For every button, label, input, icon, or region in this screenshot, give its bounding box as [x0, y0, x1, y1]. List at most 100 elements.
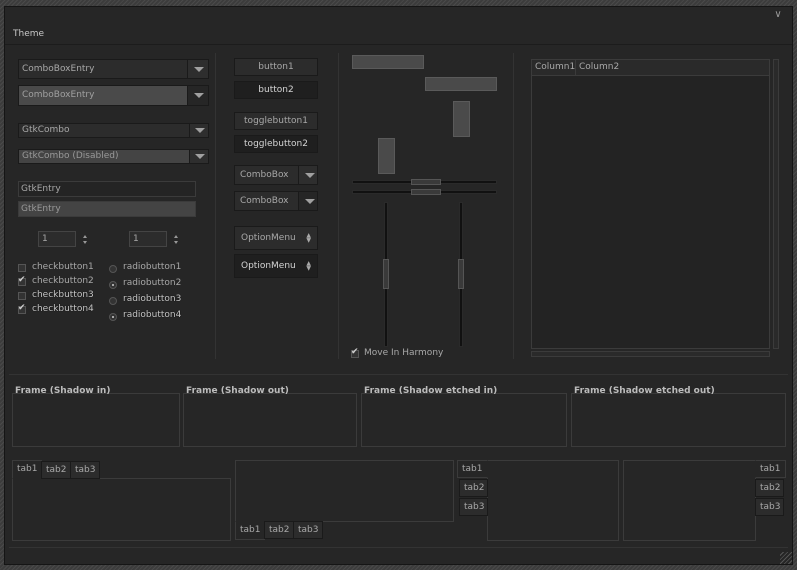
- radiobutton-4-dot[interactable]: [109, 313, 117, 321]
- button-2[interactable]: button2: [234, 81, 318, 99]
- radiobutton-1-label[interactable]: radiobutton1: [123, 262, 181, 272]
- row-separator: [9, 374, 788, 375]
- notebook-top-tab-3[interactable]: tab3: [70, 461, 101, 479]
- notebook-right-tab-3[interactable]: tab3: [755, 498, 784, 516]
- frame-shadow-etched-out: [571, 393, 786, 447]
- notebook-left-tab-1[interactable]: tab1: [457, 460, 488, 478]
- gtk-entry-1[interactable]: GtkEntry: [18, 181, 196, 197]
- tree-horizontal-scrollbar[interactable]: [531, 351, 770, 357]
- vscale-1-handle[interactable]: [383, 259, 389, 289]
- vscale-2-handle[interactable]: [458, 259, 464, 289]
- column-separator-3: [513, 53, 514, 359]
- frame-shadow-out-label: Frame (Shadow out): [186, 386, 289, 396]
- spin-button-1[interactable]: 1: [38, 231, 87, 247]
- notebook-bottom-tab-3[interactable]: tab3: [293, 521, 324, 539]
- spin-button-2[interactable]: 1: [129, 231, 178, 247]
- checkbutton-3-label[interactable]: checkbutton3: [32, 290, 94, 300]
- hscale-1-handle[interactable]: [411, 179, 441, 185]
- combobox-1[interactable]: ComboBox: [234, 165, 318, 185]
- hscale-2[interactable]: [352, 189, 497, 195]
- vscale-2[interactable]: [458, 202, 464, 347]
- tree-view[interactable]: Column1 Column2: [531, 59, 770, 349]
- vscale-1[interactable]: [383, 202, 389, 347]
- chevron-down-icon: [305, 173, 315, 178]
- checkbutton-4-label[interactable]: checkbutton4: [32, 304, 94, 314]
- resize-grip-icon[interactable]: [780, 552, 792, 564]
- combobox-2-text: ComboBox: [240, 196, 289, 206]
- gtk-combo-text: GtkCombo: [22, 125, 70, 135]
- checkbutton-4-box[interactable]: [18, 303, 26, 314]
- combobox-2-button[interactable]: [298, 191, 318, 211]
- combo-box-entry-1-button[interactable]: [187, 59, 209, 79]
- gtk-entry-2-text: GtkEntry: [21, 204, 61, 214]
- column-header-2[interactable]: Column2: [576, 60, 769, 76]
- combobox-1-button[interactable]: [298, 165, 318, 185]
- radiobutton-4-label[interactable]: radiobutton4: [123, 310, 181, 320]
- gtk-combo-button[interactable]: [189, 123, 209, 138]
- updown-icon: ▲ ▼: [306, 232, 311, 244]
- hscale-1[interactable]: [352, 179, 497, 185]
- vertical-bar-2: [378, 138, 395, 174]
- chevron-down-icon: [195, 154, 205, 159]
- notebook-left-tab-2[interactable]: tab2: [459, 479, 488, 497]
- combobox-1-text: ComboBox: [240, 170, 289, 180]
- notebook-top-page: [12, 478, 231, 541]
- combo-box-entry-1[interactable]: ComboBoxEntry: [18, 59, 209, 79]
- spin-down-icon[interactable]: [83, 241, 87, 244]
- theme-menubar: Theme: [5, 25, 792, 45]
- gtk-combo-disabled-text: GtkCombo (Disabled): [22, 151, 119, 161]
- window-menu-button[interactable]: ∨: [772, 9, 784, 20]
- frame-shadow-out: [183, 393, 357, 447]
- column-separator-1: [215, 53, 216, 359]
- combo-box-entry-2-button[interactable]: [187, 85, 209, 106]
- combo-box-entry-1-text: ComboBoxEntry: [22, 64, 95, 74]
- theme-menu[interactable]: Theme: [13, 29, 44, 39]
- vertical-bar-1: [453, 101, 470, 137]
- gtk-combo-disabled: GtkCombo (Disabled): [18, 149, 209, 164]
- column-header-1[interactable]: Column1: [532, 60, 576, 76]
- toggle-button-2[interactable]: togglebutton2: [234, 135, 318, 153]
- radiobutton-1-dot[interactable]: [109, 265, 117, 273]
- move-in-harmony-check[interactable]: [351, 347, 359, 358]
- checkbutton-2-label[interactable]: checkbutton2: [32, 276, 94, 286]
- option-menu-2[interactable]: OptionMenu ▲ ▼: [234, 254, 318, 278]
- checkbutton-3-box[interactable]: [18, 292, 26, 300]
- spin-button-2-value: 1: [133, 234, 139, 244]
- notebook-top-tab-2[interactable]: tab2: [41, 461, 72, 479]
- column-header-2-label: Column2: [579, 62, 620, 72]
- spin-down-icon[interactable]: [174, 241, 178, 244]
- radiobutton-3-label[interactable]: radiobutton3: [123, 294, 181, 304]
- radiobutton-2-label[interactable]: radiobutton2: [123, 278, 181, 288]
- button-1[interactable]: button1: [234, 58, 318, 76]
- checkbutton-1-label[interactable]: checkbutton1: [32, 262, 94, 272]
- radiobutton-3-dot[interactable]: [109, 297, 117, 305]
- option-menu-1[interactable]: OptionMenu ▲ ▼: [234, 226, 318, 250]
- checkbutton-1-box[interactable]: [18, 264, 26, 272]
- notebook-right-tab-1[interactable]: tab1: [755, 460, 786, 478]
- column-separator-2: [338, 53, 339, 359]
- main-window: ∨ Theme ComboBoxEntry ComboBoxEntry GtkC…: [4, 6, 793, 565]
- combo-box-entry-2[interactable]: ComboBoxEntry: [18, 85, 209, 106]
- spin-up-icon[interactable]: [83, 235, 87, 238]
- notebook-bottom-tab-2[interactable]: tab2: [264, 521, 295, 539]
- radiobutton-2-dot[interactable]: [109, 281, 117, 289]
- move-in-harmony-label[interactable]: Move In Harmony: [364, 348, 443, 358]
- toggle-button-1[interactable]: togglebutton1: [234, 112, 318, 130]
- hscale-2-handle[interactable]: [411, 189, 441, 195]
- horizontal-bar-1: [352, 55, 424, 69]
- tree-vertical-scrollbar[interactable]: [773, 59, 779, 349]
- notebook-right-tab-2[interactable]: tab2: [755, 479, 784, 497]
- spin-up-icon[interactable]: [174, 235, 178, 238]
- gtk-entry-1-text: GtkEntry: [21, 184, 61, 194]
- notebook-top-tab-1[interactable]: tab1: [12, 460, 43, 479]
- frame-shadow-in: [12, 393, 180, 447]
- checkbutton-2-box[interactable]: [18, 275, 26, 286]
- gtk-combo[interactable]: GtkCombo: [18, 123, 209, 138]
- option-menu-2-text: OptionMenu: [241, 261, 296, 271]
- gtk-entry-2: GtkEntry: [18, 201, 196, 217]
- chevron-down-icon: [305, 199, 315, 204]
- combobox-2[interactable]: ComboBox: [234, 191, 318, 211]
- notebook-bottom-tab-1[interactable]: tab1: [235, 521, 266, 540]
- notebook-left-tab-3[interactable]: tab3: [459, 498, 488, 516]
- gtk-combo-disabled-button: [189, 149, 209, 164]
